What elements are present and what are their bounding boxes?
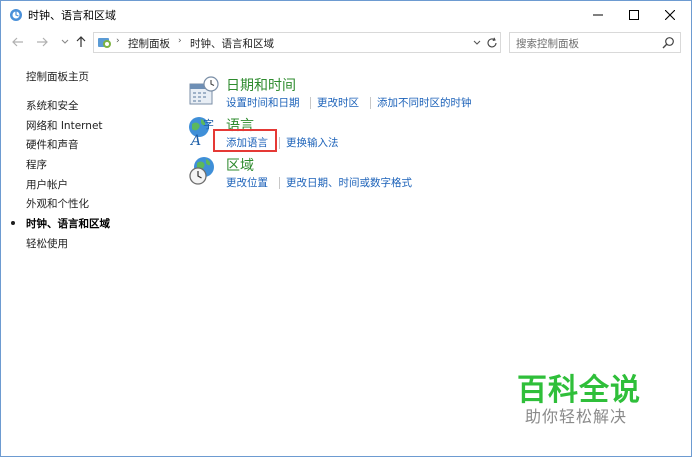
link-separator: [310, 97, 311, 109]
refresh-button[interactable]: [485, 35, 499, 50]
link-separator: [370, 97, 371, 109]
link-separator: [279, 137, 280, 149]
chevron-down-icon: [61, 39, 69, 44]
arrow-up-icon: [76, 36, 86, 47]
breadcrumb-separator: ›: [178, 36, 182, 46]
maximize-button[interactable]: [615, 1, 653, 29]
sidebar-item-system-security[interactable]: 系统和安全: [26, 98, 79, 113]
arrow-left-icon: [12, 37, 23, 47]
highlight-box: [213, 129, 277, 152]
breadcrumb-separator: ›: [116, 36, 120, 46]
sidebar-item-label: 时钟、语言和区域: [26, 218, 110, 230]
sidebar-item-ease-of-access[interactable]: 轻松使用: [26, 236, 68, 251]
up-button[interactable]: [74, 34, 88, 50]
sidebar-item-network-internet[interactable]: 网络和 Internet: [26, 118, 103, 133]
control-panel-window: 时钟、语言和区域 › 控制面板 › 时钟、语言和区域 搜索控制面板 控制面板主页…: [0, 0, 692, 457]
breadcrumb-control-panel[interactable]: 控制面板: [128, 36, 170, 51]
search-placeholder: 搜索控制面板: [516, 38, 579, 50]
sidebar-item-hardware-sound[interactable]: 硬件和声音: [26, 137, 79, 152]
breadcrumb-clock-language-region[interactable]: 时钟、语言和区域: [190, 36, 274, 51]
link-add-clocks[interactable]: 添加不同时区的时钟: [377, 95, 472, 110]
navigation-bar: › 控制面板 › 时钟、语言和区域 搜索控制面板: [1, 29, 691, 55]
link-change-input-method[interactable]: 更换输入法: [286, 135, 339, 150]
link-change-date-format[interactable]: 更改日期、时间或数字格式: [286, 175, 412, 190]
category-title-region[interactable]: 区域: [226, 155, 254, 175]
chevron-down-icon: [473, 40, 481, 45]
recent-locations-button[interactable]: [58, 34, 72, 50]
sidebar-item-appearance[interactable]: 外观和个性化: [26, 196, 89, 211]
link-change-location[interactable]: 更改位置: [226, 175, 268, 190]
address-dropdown-button[interactable]: [472, 37, 482, 49]
calendar-clock-icon[interactable]: [187, 75, 219, 107]
link-separator: [279, 177, 280, 189]
refresh-icon: [487, 37, 497, 47]
svg-text:A: A: [189, 133, 201, 147]
active-bullet: [11, 221, 15, 225]
sidebar-item-user-accounts[interactable]: 用户帐户: [26, 177, 68, 192]
watermark-slogan: 助你轻松解决: [525, 407, 628, 426]
link-change-timezone[interactable]: 更改时区: [317, 95, 359, 110]
back-button[interactable]: [11, 34, 25, 50]
minimize-button[interactable]: [579, 1, 617, 29]
control-panel-icon: [97, 35, 112, 50]
title-bar[interactable]: 时钟、语言和区域: [1, 1, 691, 29]
sidebar-item-control-panel-home[interactable]: 控制面板主页: [26, 69, 89, 84]
globe-clock-icon[interactable]: [187, 155, 219, 187]
address-bar[interactable]: › 控制面板 › 时钟、语言和区域: [93, 32, 501, 53]
link-set-time-date[interactable]: 设置时间和日期: [226, 95, 300, 110]
forward-button[interactable]: [35, 34, 49, 50]
search-box[interactable]: 搜索控制面板: [509, 32, 681, 53]
arrow-right-icon: [37, 37, 48, 47]
close-button[interactable]: [651, 1, 689, 29]
search-icon[interactable]: [662, 36, 675, 49]
sidebar-item-programs[interactable]: 程序: [26, 157, 47, 172]
sidebar-item-clock-language-region[interactable]: 时钟、语言和区域: [11, 216, 110, 231]
category-title-date-time[interactable]: 日期和时间: [226, 75, 296, 95]
window-title: 时钟、语言和区域: [28, 9, 116, 22]
control-panel-app-icon: [9, 8, 23, 22]
